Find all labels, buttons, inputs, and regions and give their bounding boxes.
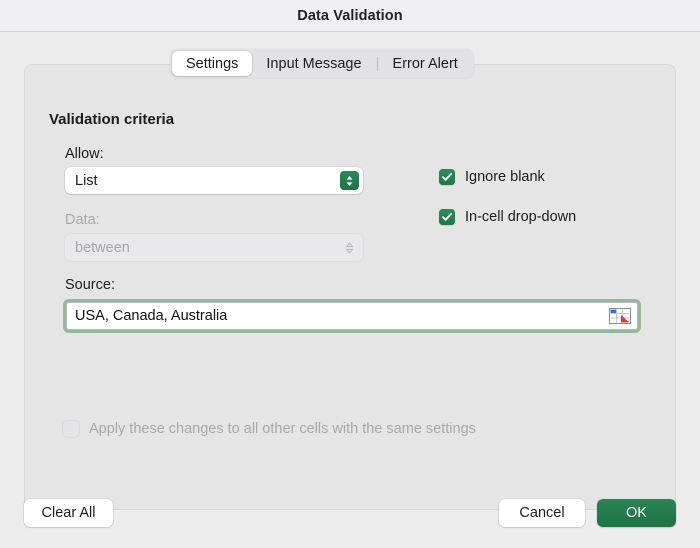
- cancel-button[interactable]: Cancel: [499, 499, 585, 527]
- source-input[interactable]: USA, Canada, Australia: [66, 302, 638, 330]
- range-selector-icon[interactable]: [609, 308, 631, 324]
- source-input-value: USA, Canada, Australia: [75, 308, 228, 324]
- apply-all-label: Apply these changes to all other cells w…: [89, 421, 476, 437]
- source-field-focus-ring: USA, Canada, Australia: [63, 299, 641, 333]
- stepper-updown-icon[interactable]: [340, 171, 359, 190]
- data-label: Data:: [65, 212, 100, 228]
- settings-panel: Validation criteria Allow: List Data: be…: [24, 64, 676, 510]
- source-label: Source:: [65, 277, 115, 293]
- dialog-title: Data Validation: [297, 7, 403, 24]
- allow-select[interactable]: List: [65, 167, 363, 194]
- dialog-titlebar: Data Validation: [0, 0, 700, 32]
- apply-all-row: Apply these changes to all other cells w…: [63, 421, 476, 437]
- ignore-blank-label: Ignore blank: [465, 169, 545, 185]
- tab-input-message[interactable]: Input Message: [252, 51, 375, 76]
- in-cell-dropdown-label: In-cell drop-down: [465, 209, 577, 225]
- tab-error-alert[interactable]: Error Alert: [379, 51, 472, 76]
- checkbox-checked-icon[interactable]: [439, 169, 455, 185]
- checkbox-checked-icon[interactable]: [439, 209, 455, 225]
- validation-criteria-heading: Validation criteria: [49, 111, 175, 128]
- tab-bar: Settings Input Message Error Alert: [170, 49, 474, 78]
- in-cell-dropdown-row[interactable]: In-cell drop-down: [439, 209, 576, 225]
- stepper-updown-icon-disabled: [343, 238, 355, 257]
- data-select-value: between: [75, 239, 130, 256]
- tab-separator: [376, 56, 378, 71]
- ignore-blank-row[interactable]: Ignore blank: [439, 169, 545, 185]
- ok-button[interactable]: OK: [597, 499, 676, 527]
- allow-label: Allow:: [65, 146, 104, 162]
- clear-all-button[interactable]: Clear All: [24, 499, 113, 527]
- allow-select-value: List: [75, 172, 98, 189]
- tab-settings[interactable]: Settings: [172, 51, 253, 76]
- dialog-body: Validation criteria Allow: List Data: be…: [0, 32, 700, 548]
- data-select: between: [65, 234, 363, 261]
- checkbox-unchecked-icon: [63, 421, 79, 437]
